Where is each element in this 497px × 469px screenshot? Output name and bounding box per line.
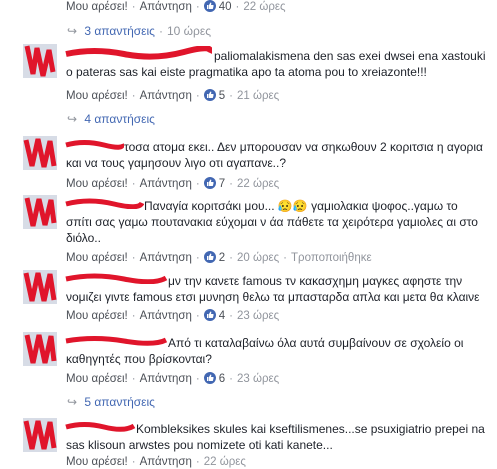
view-replies-link[interactable]: ↪ 5 απαντήσεις xyxy=(67,395,155,409)
comment-text: Από τι καταλαβαίνω όλα αυτά συμβαίνουν σ… xyxy=(66,336,464,366)
like-count: 40 xyxy=(218,1,232,13)
replies-label[interactable]: 4 απαντήσεις xyxy=(84,112,155,126)
like-count: 2 xyxy=(218,252,226,264)
comment-text: τοσα ατομα εκει.. Δεν μπορουσαν να σηκωθ… xyxy=(66,140,483,170)
reply-link[interactable]: Απάντηση xyxy=(140,252,192,264)
comment-actions: Μου αρέσει! · Απάντηση · 22 ώρες xyxy=(66,456,246,468)
redaction-scribble xyxy=(24,334,57,364)
view-replies-link[interactable]: ↪ 4 απαντήσεις xyxy=(67,112,155,126)
timestamp[interactable]: 23 ώρες xyxy=(237,310,279,322)
reply-link[interactable]: Απάντηση xyxy=(140,1,192,13)
like-count: 5 xyxy=(218,90,226,102)
like-count: 4 xyxy=(218,310,226,322)
like-badge-icon[interactable] xyxy=(203,0,216,12)
like-badge-icon[interactable] xyxy=(203,177,216,189)
comment-text: Kombleksikes skules kai kseftilismenes..… xyxy=(66,422,485,452)
comment-text: paliomalakismena den sas exei dwsei ena … xyxy=(66,49,486,79)
view-replies-link[interactable]: ↪ 3 απαντήσεις · 10 ώρες xyxy=(67,24,211,38)
like-badge-icon[interactable] xyxy=(203,89,216,101)
reply-arrow-icon: ↪ xyxy=(67,112,78,126)
avatar[interactable] xyxy=(23,195,57,229)
replies-label[interactable]: 3 απαντήσεις xyxy=(84,24,155,38)
like-badge-icon[interactable] xyxy=(203,251,216,263)
edited-label[interactable]: Τροποποιήθηκε xyxy=(291,252,372,264)
comment-actions: Μου αρέσει! · Απάντηση · 40 · 22 ώρες xyxy=(66,0,286,13)
like-count: 7 xyxy=(218,178,226,190)
avatar[interactable] xyxy=(23,136,57,170)
like-badge-icon[interactable] xyxy=(203,372,216,384)
comment-actions: Μου αρέσει! · Απάντηση · 2 · 20 ώρες · Τροποποιή… xyxy=(66,251,372,264)
avatar[interactable] xyxy=(23,418,57,452)
comment-actions: Μου αρέσει! · Απάντηση · 5 · 21 ώρες xyxy=(66,89,280,102)
comment-actions: Μου αρέσει! · Απάντηση · 6 · 23 ώρες xyxy=(66,372,280,385)
reply-link[interactable]: Απάντηση xyxy=(140,456,192,468)
avatar[interactable] xyxy=(23,332,57,366)
comment-actions: Μου αρέσει! · Απάντηση · 7 · 22 ώρες xyxy=(66,177,280,190)
avatar[interactable] xyxy=(23,270,57,304)
timestamp[interactable]: 23 ώρες xyxy=(237,373,279,385)
timestamp[interactable]: 22 ώρες xyxy=(237,178,279,190)
like-link[interactable]: Μου αρέσει! xyxy=(66,178,128,190)
timestamp[interactable]: 22 ώρες xyxy=(204,456,246,468)
like-link[interactable]: Μου αρέσει! xyxy=(66,373,128,385)
reply-link[interactable]: Απάντηση xyxy=(140,90,192,102)
timestamp[interactable]: 20 ώρες xyxy=(237,252,279,264)
redaction-scribble xyxy=(23,420,57,450)
timestamp: 10 ώρες xyxy=(166,24,211,38)
reply-link[interactable]: Απάντηση xyxy=(140,310,192,322)
like-link[interactable]: Μου αρέσει! xyxy=(66,1,128,13)
like-link[interactable]: Μου αρέσει! xyxy=(66,90,128,102)
redaction-scribble xyxy=(23,138,57,168)
reply-link[interactable]: Απάντηση xyxy=(140,178,192,190)
like-link[interactable]: Μου αρέσει! xyxy=(66,456,128,468)
like-badge-icon[interactable] xyxy=(203,309,216,321)
avatar[interactable] xyxy=(23,44,57,78)
comment-text: μν την κανετε famous τν κακασχημη μαγκες… xyxy=(66,274,480,304)
redaction-scribble xyxy=(23,272,57,302)
comment-text: Παναγία κοριτσάκι μου... 😥😥 γαμιολακια ψ… xyxy=(66,199,478,245)
replies-label[interactable]: 5 απαντήσεις xyxy=(84,395,155,409)
redaction-scribble xyxy=(24,45,56,77)
like-link[interactable]: Μου αρέσει! xyxy=(66,310,128,322)
redaction-scribble xyxy=(24,197,57,227)
comment-actions: Μου αρέσει! · Απάντηση · 4 · 23 ώρες xyxy=(66,309,280,322)
reply-arrow-icon: ↪ xyxy=(67,395,78,409)
like-count: 6 xyxy=(218,373,226,385)
timestamp[interactable]: 22 ώρες xyxy=(243,1,285,13)
timestamp[interactable]: 21 ώρες xyxy=(237,90,279,102)
like-link[interactable]: Μου αρέσει! xyxy=(66,252,128,264)
reply-arrow-icon: ↪ xyxy=(67,24,78,38)
reply-link[interactable]: Απάντηση xyxy=(140,373,192,385)
